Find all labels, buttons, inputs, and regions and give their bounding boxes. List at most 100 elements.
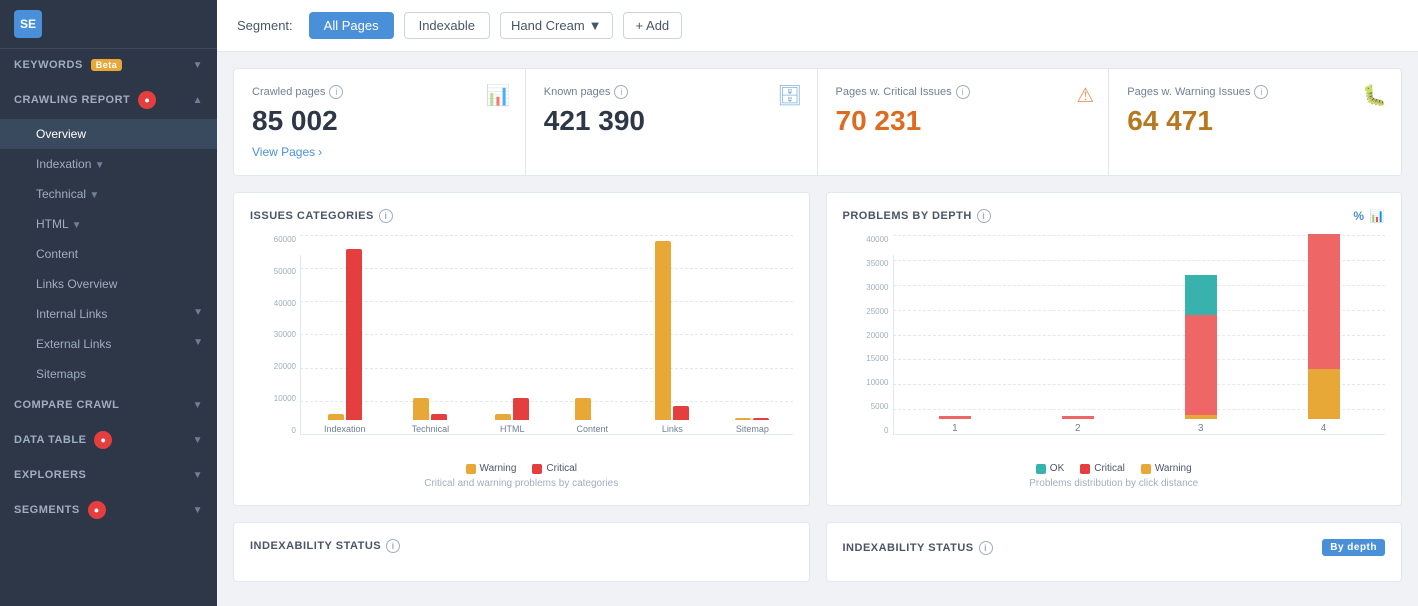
warning-issues-value: 64 471 — [1127, 105, 1383, 137]
warning-bar — [413, 398, 429, 420]
bar-label-html: HTML — [500, 424, 525, 434]
sidebar-item-technical[interactable]: Technical ▼ — [0, 179, 217, 209]
sidebar-item-html[interactable]: HTML ▼ — [0, 209, 217, 239]
hand-cream-label: Hand Cream — [511, 18, 585, 33]
depth-chart-legend: OK Critical Warning — [843, 463, 1386, 474]
chevron-icon: ▼ — [89, 190, 99, 201]
info-icon[interactable]: i — [956, 85, 970, 99]
legend-warning: Warning — [1141, 463, 1192, 474]
all-pages-button[interactable]: All Pages — [309, 12, 394, 39]
chart-type-icon[interactable]: 📊 — [1370, 209, 1385, 223]
dropdown-chevron-icon: ▼ — [589, 18, 602, 33]
sidebar-item-overview[interactable]: Overview — [0, 119, 217, 149]
sidebar-item-indexation[interactable]: Indexation ▼ — [0, 149, 217, 179]
warning-triangle-icon: ⚠ — [1076, 83, 1094, 108]
warning-label: Warning — [1155, 463, 1192, 474]
charts-row: ISSUES CATEGORIES i 0 10000 20000 30000 … — [233, 192, 1402, 506]
critical-label: Critical — [546, 463, 577, 474]
crawling-report-badge: ● — [138, 91, 156, 109]
legend-ok: OK — [1036, 463, 1064, 474]
info-icon[interactable]: i — [379, 209, 393, 223]
known-pages-value: 421 390 — [544, 105, 799, 137]
hand-cream-dropdown[interactable]: Hand Cream ▼ — [500, 12, 613, 39]
chevron-icon: ▼ — [193, 400, 203, 411]
legend-warning: Warning — [466, 463, 517, 474]
by-depth-button[interactable]: By depth — [1322, 539, 1385, 556]
sidebar-item-content[interactable]: Content — [0, 239, 217, 269]
depth-bar-3: 3 — [1185, 275, 1217, 434]
depth-label-3: 3 — [1198, 423, 1204, 434]
crawling-report-label: CRAWLING REPORT — [14, 94, 130, 106]
chevron-icon: ▼ — [193, 505, 203, 516]
warning-bar — [328, 414, 344, 420]
bar-label-sitemap: Sitemap — [736, 424, 769, 434]
critical-dot — [1080, 464, 1090, 474]
logo-icon: SE — [14, 10, 42, 38]
critical-segment — [939, 416, 971, 419]
explorers-label: EXPLORERS — [14, 469, 86, 481]
critical-dot — [532, 464, 542, 474]
bar-label-links: Links — [662, 424, 683, 434]
bar-group-html: HTML — [495, 398, 529, 434]
critical-segment — [1308, 234, 1340, 369]
sidebar-item-explorers[interactable]: EXPLORERS ▼ — [0, 459, 217, 491]
critical-bar — [753, 418, 769, 420]
chevron-icon: ▼ — [72, 220, 82, 231]
sidebar-item-links-overview[interactable]: Links Overview — [0, 269, 217, 299]
indexability-left-title: INDEXABILITY STATUS i — [250, 539, 793, 553]
database-icon: 🗄 — [777, 83, 802, 108]
sidebar-logo: SE — [0, 0, 217, 49]
indexation-label: Indexation — [36, 157, 91, 171]
info-icon[interactable]: i — [386, 539, 400, 553]
ok-segment — [1185, 275, 1217, 315]
bar-group-sitemap: Sitemap — [735, 418, 769, 434]
bar-label-content: Content — [577, 424, 609, 434]
critical-bar — [673, 406, 689, 420]
critical-bar — [513, 398, 529, 420]
bug-icon: 🐛 — [1362, 83, 1387, 108]
technical-label: Technical — [36, 187, 86, 201]
bar-group-content: Content — [575, 398, 609, 434]
legend-critical: Critical — [532, 463, 577, 474]
sitemaps-label: Sitemaps — [36, 367, 86, 381]
warning-bar — [655, 241, 671, 420]
sidebar-item-external-links[interactable]: External Links ▼ — [0, 329, 217, 359]
depth-chart-subtitle: Problems distribution by click distance — [843, 478, 1386, 489]
depth-bar-4: 4 — [1308, 234, 1340, 434]
sidebar-item-segments[interactable]: SEGMENTS ● ▼ — [0, 491, 217, 529]
add-segment-button[interactable]: + Add — [623, 12, 683, 39]
sidebar-item-crawling-report[interactable]: CRAWLING REPORT ● ▲ — [0, 81, 217, 119]
warning-segment — [1185, 415, 1217, 419]
critical-label: Critical — [1094, 463, 1125, 474]
info-icon[interactable]: i — [614, 85, 628, 99]
bar-label-technical: Technical — [412, 424, 450, 434]
sidebar-item-compare-crawl[interactable]: COMPARE CRAWL ▼ — [0, 389, 217, 421]
view-pages-link[interactable]: View Pages › — [252, 145, 507, 159]
warning-issues-card: Pages w. Warning Issues i 64 471 🐛 — [1109, 69, 1401, 175]
sidebar-item-sitemaps[interactable]: Sitemaps — [0, 359, 217, 389]
crawled-pages-value: 85 002 — [252, 105, 507, 137]
critical-issues-title: Pages w. Critical Issues i — [836, 85, 1091, 99]
info-icon[interactable]: i — [977, 209, 991, 223]
info-icon[interactable]: i — [979, 541, 993, 555]
bar-group-technical: Technical — [412, 398, 450, 434]
info-icon[interactable]: i — [329, 85, 343, 99]
beta-badge: Beta — [91, 59, 123, 71]
html-label: HTML — [36, 217, 68, 231]
info-icon[interactable]: i — [1254, 85, 1268, 99]
sidebar-item-keywords[interactable]: KEYWORDS Beta ▼ — [0, 49, 217, 81]
data-table-label: DATA TABLE — [14, 434, 86, 446]
warning-bar — [495, 414, 511, 420]
percent-icon[interactable]: % — [1353, 209, 1364, 223]
critical-segment — [1062, 416, 1094, 419]
chevron-icon: ▼ — [193, 470, 203, 481]
sidebar-item-data-table[interactable]: DATA TABLE ● ▼ — [0, 421, 217, 459]
segments-badge: ● — [88, 501, 106, 519]
bar-chart-icon: 📊 — [486, 83, 511, 108]
crawled-pages-card: Crawled pages i 85 002 View Pages › 📊 — [234, 69, 526, 175]
sidebar-item-internal-links[interactable]: Internal Links ▼ — [0, 299, 217, 329]
indexable-button[interactable]: Indexable — [404, 12, 490, 39]
warning-dot — [466, 464, 476, 474]
known-pages-title: Known pages i — [544, 85, 799, 99]
data-table-badge: ● — [94, 431, 112, 449]
